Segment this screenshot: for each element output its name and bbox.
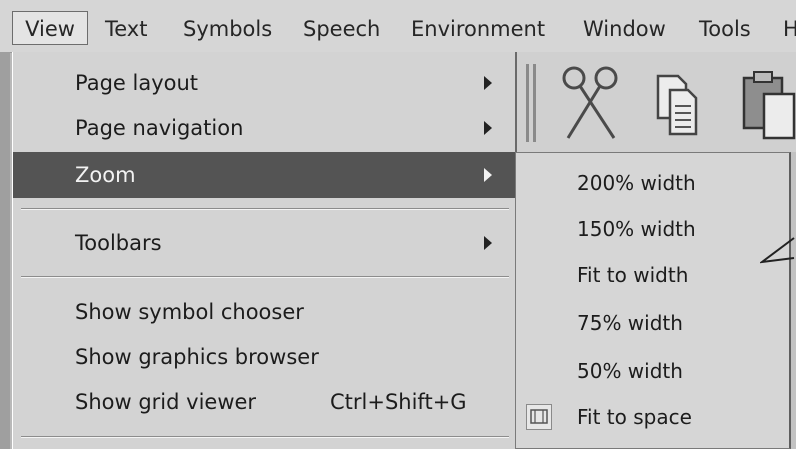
menu-item-show-symbol-chooser[interactable]: Show symbol chooser	[13, 289, 516, 335]
submenu-item-label: 150% width	[577, 217, 696, 241]
fit-to-space-icon	[526, 404, 552, 430]
submenu-item-label: 75% width	[577, 311, 683, 335]
menu-item-label: Show symbol chooser	[75, 300, 304, 324]
menu-help[interactable]: H	[783, 14, 796, 44]
submenu-item-label: Fit to space	[577, 405, 692, 429]
menu-item-toolbars[interactable]: Toolbars	[13, 220, 516, 266]
view-menu: Page layout Page navigation Zoom Toolbar…	[12, 52, 517, 449]
shortcut-label: Ctrl+Shift+G	[330, 390, 467, 414]
menu-item-page-navigation[interactable]: Page navigation	[13, 105, 516, 151]
zoom-item-fit-to-width[interactable]: Fit to width	[516, 251, 788, 299]
window-edge	[0, 52, 10, 449]
submenu-item-label: 200% width	[577, 171, 696, 195]
menu-separator	[21, 276, 509, 278]
menu-symbols[interactable]: Symbols	[183, 14, 272, 44]
menu-environment[interactable]: Environment	[411, 14, 545, 44]
menu-item-label: Toolbars	[75, 231, 162, 255]
menu-speech[interactable]: Speech	[303, 14, 380, 44]
menu-window[interactable]: Window	[583, 14, 666, 44]
menu-bar: View Text Symbols Speech Environment Win…	[0, 0, 796, 53]
menu-item-page-layout[interactable]: Page layout	[13, 60, 516, 106]
paste-icon[interactable]	[742, 70, 796, 140]
menu-item-label: Show graphics browser	[75, 345, 319, 369]
menu-item-show-graphics-browser[interactable]: Show graphics browser	[13, 334, 516, 380]
menu-item-zoom[interactable]: Zoom	[13, 152, 516, 198]
menu-item-show-grid-viewer[interactable]: Show grid viewer Ctrl+Shift+G	[13, 379, 516, 425]
submenu-arrow-icon	[484, 76, 492, 90]
submenu-arrow-icon	[484, 121, 492, 135]
menu-item-label: Page layout	[75, 71, 199, 95]
menu-view[interactable]: View	[12, 11, 88, 45]
copy-icon[interactable]	[656, 74, 700, 136]
zoom-item-75-width[interactable]: 75% width	[516, 299, 788, 347]
menu-text[interactable]: Text	[105, 14, 147, 44]
submenu-arrow-icon	[484, 236, 492, 250]
menu-separator	[21, 436, 509, 438]
callout-pointer	[760, 237, 795, 264]
zoom-item-fit-to-space[interactable]: Fit to space	[516, 393, 788, 441]
toolbar-grip[interactable]	[533, 64, 536, 142]
zoom-item-200-width[interactable]: 200% width	[516, 159, 788, 207]
menu-item-label: Zoom	[75, 163, 136, 187]
zoom-item-150-width[interactable]: 150% width	[516, 205, 788, 253]
menu-item-label: Show grid viewer	[75, 390, 257, 414]
menu-item-label: Page navigation	[75, 116, 244, 140]
toolbar	[516, 52, 796, 154]
menu-separator	[21, 208, 509, 210]
zoom-item-50-width[interactable]: 50% width	[516, 347, 788, 395]
submenu-item-label: Fit to width	[577, 263, 689, 287]
submenu-arrow-icon	[484, 168, 492, 182]
window-background	[791, 152, 796, 449]
menu-tools[interactable]: Tools	[699, 14, 751, 44]
scissors-icon[interactable]	[560, 64, 622, 144]
zoom-submenu: 200% width 150% width Fit to width 75% w…	[515, 152, 791, 449]
submenu-item-label: 50% width	[577, 359, 683, 383]
toolbar-grip[interactable]	[526, 64, 529, 142]
